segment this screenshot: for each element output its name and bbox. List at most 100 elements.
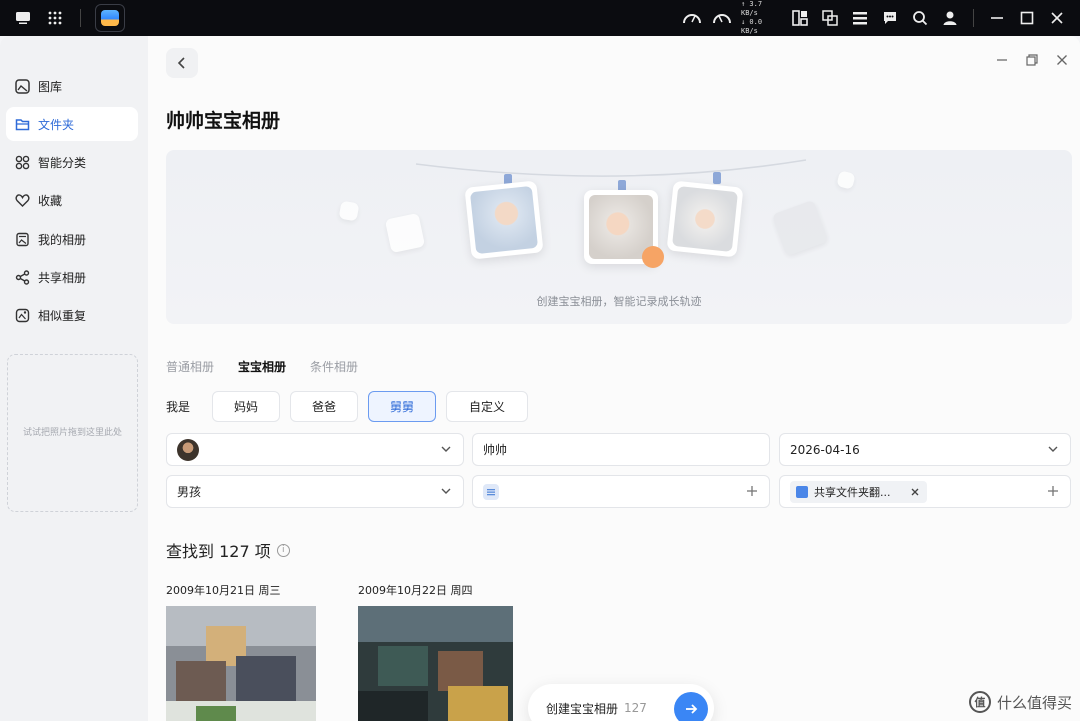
group-date-label: 2009年10月22日 周四 xyxy=(358,584,473,597)
sticker-icon xyxy=(642,246,664,268)
photos-app-icon[interactable] xyxy=(95,4,125,32)
folder-icon xyxy=(14,116,30,132)
sidebar: 图库 文件夹 智能分类 收藏 我的相册 共享相册 相似重复 试试把照片拖到这里此… xyxy=(0,36,148,721)
desktop-icon[interactable] xyxy=(12,7,34,29)
role-label: 我是 xyxy=(166,400,191,414)
source-folder-select[interactable]: 共享文件夹翻... xyxy=(779,475,1071,508)
remove-chip-icon[interactable] xyxy=(909,486,921,498)
info-icon[interactable]: i xyxy=(276,543,290,557)
tab-normal-album[interactable]: 普通相册 xyxy=(166,358,214,375)
arrow-right-icon[interactable] xyxy=(674,692,708,721)
sidebar-item-gallery[interactable]: 图库 xyxy=(6,69,138,103)
group-date-label: 2009年10月21日 周三 xyxy=(166,584,281,597)
maximize-icon[interactable] xyxy=(1016,7,1038,29)
decorative-photo xyxy=(384,212,426,254)
album-type-tabs: 普通相册 宝宝相册 条件相册 xyxy=(166,358,358,375)
gender-select[interactable]: 男孩 xyxy=(166,475,464,508)
folder-chip-label: 共享文件夹翻... xyxy=(814,485,891,499)
chevron-down-icon xyxy=(441,446,451,452)
sidebar-item-similar-duplicates[interactable]: 相似重复 xyxy=(6,298,138,332)
drop-hint: 试试把照片拖到这里此处 xyxy=(22,427,122,438)
message-icon[interactable] xyxy=(879,7,901,29)
baby-album-banner: 创建宝宝相册，智能记录成长轨迹 xyxy=(166,150,1072,324)
grid-icon xyxy=(14,154,30,170)
multiwindow-icon[interactable] xyxy=(819,7,841,29)
chevron-down-icon xyxy=(441,488,451,494)
plus-icon[interactable] xyxy=(745,484,759,498)
divider xyxy=(80,9,81,27)
birth-date-select[interactable]: 2026-04-16 xyxy=(779,433,1071,466)
role-selector: 我是 妈妈 爸爸 舅舅 自定义 xyxy=(166,391,528,422)
gallery-icon xyxy=(14,78,30,94)
share-icon xyxy=(14,269,30,285)
create-button-count: 127 xyxy=(624,701,647,715)
watermark-text: 什么值得买 xyxy=(996,693,1072,712)
role-custom-button[interactable]: 自定义 xyxy=(446,391,528,422)
cpu-gauge-icon[interactable] xyxy=(681,7,703,29)
close-icon[interactable] xyxy=(1054,52,1070,68)
search-icon[interactable] xyxy=(909,7,931,29)
chevron-left-icon xyxy=(177,57,185,69)
sidebar-item-label: 智能分类 xyxy=(38,155,87,170)
photo-thumbnail[interactable] xyxy=(358,606,513,721)
sidebar-item-label: 收藏 xyxy=(38,193,63,208)
banner-caption: 创建宝宝相册，智能记录成长轨迹 xyxy=(536,295,702,308)
baby-name-input[interactable]: 帅帅 xyxy=(472,433,770,466)
clip-icon xyxy=(713,172,721,184)
folder-chip: 共享文件夹翻... xyxy=(790,480,927,503)
app-grid-icon[interactable] xyxy=(44,7,66,29)
sidebar-item-label: 共享相册 xyxy=(38,270,87,285)
sidebar-item-favorites[interactable]: 收藏 xyxy=(6,183,138,217)
divider xyxy=(973,9,974,27)
widgets-icon[interactable] xyxy=(789,7,811,29)
duplicate-icon xyxy=(14,307,30,323)
net-down: ↓ 0.0 KB/s xyxy=(741,18,763,35)
chevron-down-icon xyxy=(1048,446,1058,452)
baby-photo-1 xyxy=(464,180,544,260)
drop-zone[interactable]: 试试把照片拖到这里此处 xyxy=(7,354,138,512)
close-icon[interactable] xyxy=(1046,7,1068,29)
avatar xyxy=(177,438,199,461)
minimize-icon[interactable] xyxy=(986,7,1008,29)
album-icon xyxy=(14,231,30,247)
main-panel: 帅帅 宝宝相册 创建宝宝相册，智能记录成长轨迹 普通相册 宝宝相册 条件相册 我是… xyxy=(148,36,1080,721)
sidebar-item-shared-albums[interactable]: 共享相册 xyxy=(6,260,138,294)
birth-date-value: 2026-04-16 xyxy=(790,442,860,457)
sidebar-item-label: 相似重复 xyxy=(38,308,87,323)
tag-select[interactable] xyxy=(472,475,770,508)
task-manager-icon[interactable] xyxy=(849,7,871,29)
net-up: ↑ 3.7 KB/s xyxy=(741,0,763,17)
role-uncle-button[interactable]: 舅舅 xyxy=(368,391,436,422)
user-icon[interactable] xyxy=(939,7,961,29)
back-button[interactable] xyxy=(166,48,198,78)
sidebar-item-folder[interactable]: 文件夹 xyxy=(6,107,138,141)
person-select[interactable] xyxy=(166,433,464,466)
plus-icon[interactable] xyxy=(1046,484,1060,498)
baby-name-value: 帅帅 xyxy=(483,443,508,457)
sidebar-item-my-albums[interactable]: 我的相册 xyxy=(6,222,138,256)
watermark: 值 什么值得买 xyxy=(968,691,1072,713)
sidebar-item-smart-category[interactable]: 智能分类 xyxy=(6,145,138,179)
role-mom-button[interactable]: 妈妈 xyxy=(212,391,280,422)
system-taskbar: ↑ 3.7 KB/s ↓ 0.0 KB/s xyxy=(0,0,1080,36)
minimize-icon[interactable] xyxy=(994,52,1010,68)
create-baby-album-button[interactable]: 创建宝宝相册 127 xyxy=(528,684,714,721)
ram-gauge-icon[interactable] xyxy=(711,7,733,29)
create-button-label: 创建宝宝相册 xyxy=(546,701,619,716)
baby-photo-3 xyxy=(666,180,744,258)
tab-baby-album[interactable]: 宝宝相册 xyxy=(238,358,286,375)
window-controls xyxy=(994,52,1070,68)
result-count: 查找到 127 项 i xyxy=(166,538,290,562)
tab-condition-album[interactable]: 条件相册 xyxy=(310,358,358,375)
role-dad-button[interactable]: 爸爸 xyxy=(290,391,358,422)
sidebar-item-label: 我的相册 xyxy=(38,232,87,247)
network-speed: ↑ 3.7 KB/s ↓ 0.0 KB/s xyxy=(741,0,781,36)
photo-thumbnail[interactable] xyxy=(166,606,316,721)
restore-icon[interactable] xyxy=(1024,52,1040,68)
tag-icon xyxy=(483,483,499,500)
gender-value: 男孩 xyxy=(177,485,202,499)
sidebar-item-label: 文件夹 xyxy=(38,117,75,132)
result-count-text: 查找到 127 项 xyxy=(166,542,271,561)
baby-photo-2 xyxy=(584,190,664,268)
sidebar-item-label: 图库 xyxy=(38,79,63,94)
